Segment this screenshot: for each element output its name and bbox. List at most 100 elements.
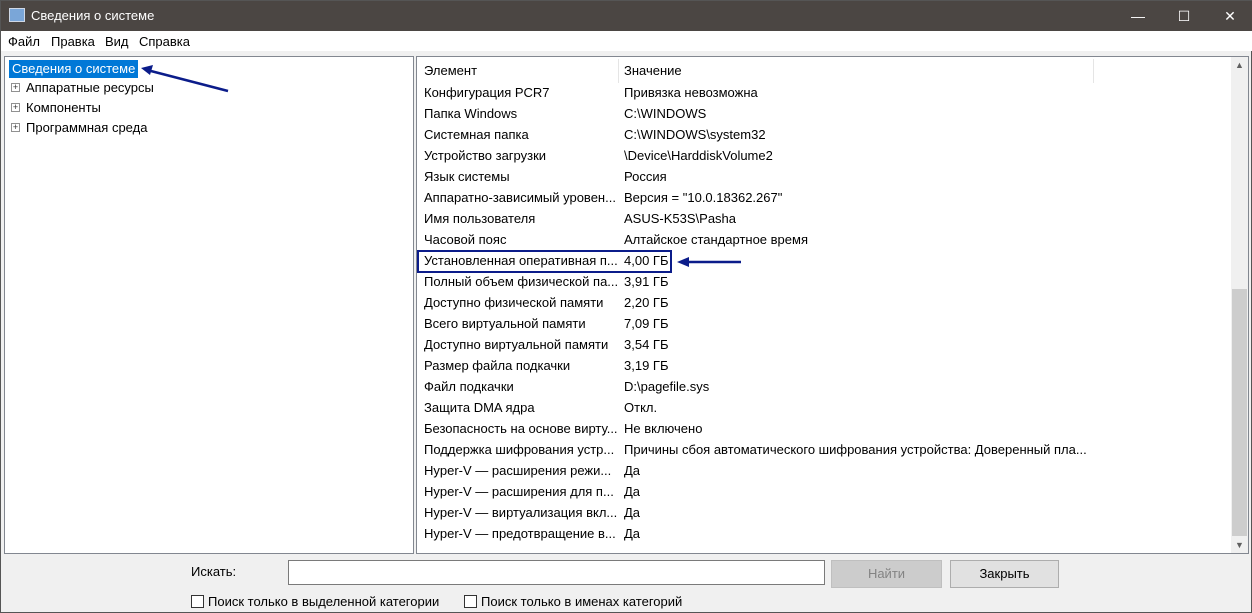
close-button[interactable]: Закрыть (950, 560, 1059, 588)
tree-item-hardware[interactable]: + Аппаратные ресурсы (11, 79, 154, 97)
element-cell: Папка Windows (424, 106, 518, 121)
menu-view[interactable]: Вид (105, 34, 129, 49)
annotation-arrow-ram (677, 257, 741, 267)
element-cell: Имя пользователя (424, 211, 536, 226)
category-tree[interactable]: Сведения о системе + Аппаратные ресурсы +… (4, 56, 414, 554)
table-row[interactable]: Hyper-V — виртуализация вкл... Да (417, 502, 1227, 523)
scrollbar-thumb[interactable] (1232, 289, 1247, 536)
value-cell: Не включено (624, 421, 703, 436)
menu-file[interactable]: Файл (8, 34, 40, 49)
title-bar: Сведения о системе — ☐ ✕ (1, 1, 1252, 31)
element-cell: Конфигурация PCR7 (424, 85, 550, 100)
column-divider[interactable] (618, 59, 619, 83)
table-row[interactable]: Имя пользователя ASUS-K53S\Pasha (417, 208, 1227, 229)
menu-edit[interactable]: Правка (51, 34, 95, 49)
element-cell: Защита DMA ядра (424, 400, 535, 415)
tree-item-components[interactable]: + Компоненты (11, 99, 101, 117)
tree-item-system-summary[interactable]: Сведения о системе (9, 60, 139, 78)
menu-help[interactable]: Справка (139, 34, 190, 49)
value-cell: Откл. (624, 400, 658, 415)
table-row[interactable]: Системная папка C:\WINDOWS\system32 (417, 124, 1227, 145)
table-row[interactable]: Доступно физической памяти 2,20 ГБ (417, 292, 1227, 313)
menu-bar: Файл Правка Вид Справка (1, 31, 1252, 67)
element-cell: Hyper-V — расширения для п... (424, 484, 614, 499)
table-row[interactable]: Всего виртуальной памяти 7,09 ГБ (417, 313, 1227, 334)
find-button[interactable]: Найти (831, 560, 942, 588)
value-cell: 3,91 ГБ (624, 274, 669, 289)
value-cell: C:\WINDOWS (624, 106, 707, 121)
scroll-down-icon[interactable]: ▼ (1231, 540, 1248, 550)
value-cell: 2,20 ГБ (624, 295, 669, 310)
table-row[interactable]: Полный объем физической па... 3,91 ГБ (417, 271, 1227, 292)
checkbox-category-names[interactable]: Поиск только в именах категорий (464, 594, 682, 609)
value-cell: D:\pagefile.sys (624, 379, 710, 394)
value-cell: 4,00 ГБ (624, 253, 669, 268)
table-row[interactable]: Файл подкачки D:\pagefile.sys (417, 376, 1227, 397)
value-cell: Россия (624, 169, 667, 184)
table-row[interactable]: Папка Windows C:\WINDOWS (417, 103, 1227, 124)
table-row[interactable]: Часовой пояс Алтайское стандартное время (417, 229, 1227, 250)
element-cell: Часовой пояс (424, 232, 507, 247)
tree-label: Программная среда (26, 120, 148, 135)
element-cell: Системная папка (424, 127, 529, 142)
element-cell: Hyper-V — предотвращение в... (424, 526, 616, 541)
checkbox-icon[interactable] (191, 595, 204, 609)
table-row[interactable]: Защита DMA ядра Откл. (417, 397, 1227, 418)
window-title: Сведения о системе (31, 8, 155, 23)
maximize-button[interactable]: ☐ (1161, 1, 1207, 31)
checkbox-icon[interactable] (464, 595, 477, 609)
element-cell: Полный объем физической па... (424, 274, 619, 289)
expand-icon[interactable]: + (11, 83, 20, 93)
table-row[interactable]: Аппаратно-зависимый уровен... Версия = "1… (417, 187, 1227, 208)
minimize-button[interactable]: — (1115, 1, 1161, 31)
value-cell: \Device\HarddiskVolume2 (624, 148, 773, 163)
value-cell: Да (624, 484, 641, 499)
value-cell: Алтайское стандартное время (624, 232, 808, 247)
table-row[interactable]: Доступно виртуальной памяти 3,54 ГБ (417, 334, 1227, 355)
checkbox-label: Поиск только в выделенной категории (208, 594, 440, 609)
value-cell: Привязка невозможна (624, 85, 758, 100)
element-cell: Поддержка шифрования устр... (424, 442, 615, 457)
value-cell: Да (624, 526, 641, 541)
element-cell: Доступно физической памяти (424, 295, 604, 310)
table-row[interactable]: Безопасность на основе вирту... Не включе… (417, 418, 1227, 439)
table-row[interactable]: Hyper-V — расширения для п... Да (417, 481, 1227, 502)
vertical-scrollbar[interactable]: ▲ ▼ (1231, 57, 1248, 553)
value-cell: Да (624, 505, 641, 520)
expand-icon[interactable]: + (11, 103, 20, 113)
table-row[interactable]: Размер файла подкачки 3,19 ГБ (417, 355, 1227, 376)
element-cell: Язык системы (424, 169, 510, 184)
details-table[interactable]: Элемент Значение Конфигурация PCR7 Привяз… (416, 56, 1249, 554)
checkbox-label: Поиск только в именах категорий (481, 594, 683, 609)
element-cell: Доступно виртуальной памяти (424, 337, 609, 352)
table-row[interactable]: Язык системы Россия (417, 166, 1227, 187)
table-row[interactable]: Hyper-V — расширения режи... Да (417, 460, 1227, 481)
column-divider[interactable] (1093, 59, 1094, 83)
scroll-up-icon[interactable]: ▲ (1231, 60, 1248, 70)
element-cell: Аппаратно-зависимый уровен... (424, 190, 616, 205)
highlight-box (417, 250, 672, 273)
table-row[interactable]: Устройство загрузки \Device\HarddiskVolum… (417, 145, 1227, 166)
element-cell: Размер файла подкачки (424, 358, 571, 373)
table-row[interactable]: Поддержка шифрования устр... Причины сбоя… (417, 439, 1227, 460)
table-row[interactable]: Конфигурация PCR7 Привязка невозможна (417, 82, 1227, 103)
search-input[interactable] (288, 560, 825, 585)
element-cell: Всего виртуальной памяти (424, 316, 586, 331)
element-cell: Hyper-V — виртуализация вкл... (424, 505, 618, 520)
value-cell: Причины сбоя автоматического шифрования … (624, 442, 1087, 457)
column-header-element[interactable]: Элемент (424, 63, 477, 83)
value-cell: 3,19 ГБ (624, 358, 669, 373)
expand-icon[interactable]: + (11, 123, 20, 133)
column-header-value[interactable]: Значение (624, 63, 682, 83)
element-cell: Устройство загрузки (424, 148, 547, 163)
tree-label: Аппаратные ресурсы (26, 80, 154, 95)
value-cell: ASUS-K53S\Pasha (624, 211, 737, 226)
element-cell: Файл подкачки (424, 379, 514, 394)
element-cell: Безопасность на основе вирту... (424, 421, 618, 436)
table-row[interactable]: Hyper-V — предотвращение в... Да (417, 523, 1227, 544)
search-label: Искать: (191, 564, 237, 579)
close-window-button[interactable]: ✕ (1207, 1, 1252, 31)
checkbox-selected-category[interactable]: Поиск только в выделенной категории (191, 594, 439, 609)
value-cell: Версия = "10.0.18362.267" (624, 190, 783, 205)
tree-item-software[interactable]: + Программная среда (11, 119, 147, 137)
